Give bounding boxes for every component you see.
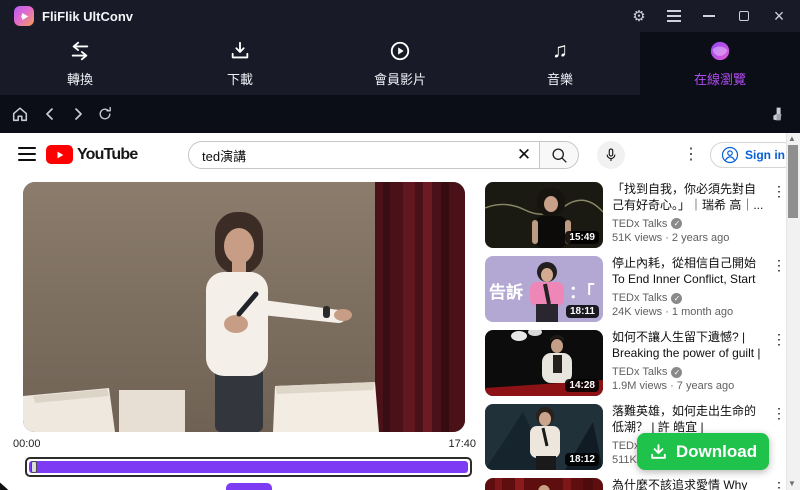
download-button[interactable]: Download bbox=[637, 433, 769, 470]
timeline-slider[interactable] bbox=[25, 457, 472, 477]
scrollbar-thumb[interactable] bbox=[788, 145, 798, 218]
play-circle-icon bbox=[390, 41, 410, 60]
download-icon bbox=[231, 41, 249, 58]
video-meta: 24K views · 1 month ago bbox=[612, 306, 734, 318]
youtube-more-icon[interactable]: ⋮ bbox=[681, 144, 701, 166]
forward-icon[interactable] bbox=[66, 102, 90, 126]
tab-member-videos[interactable]: 會員影片 bbox=[320, 32, 480, 95]
video-title[interactable]: 停止內耗，從相信自己開始 To End Inner Conflict, Star… bbox=[612, 256, 764, 288]
search-box: ✕ bbox=[188, 141, 540, 169]
video-thumbnail[interactable]: 14:28 bbox=[485, 330, 603, 396]
download-icon bbox=[651, 444, 666, 459]
app-menu-icon[interactable] bbox=[661, 3, 687, 29]
tab-convert[interactable]: 轉換 bbox=[0, 32, 160, 95]
download-button-label: Download bbox=[675, 441, 758, 461]
video-title[interactable]: 落難英雄，如何走出生命的低潮？ | 許 皓宜 | TEDxTainan bbox=[612, 404, 764, 436]
trim-action-button[interactable] bbox=[226, 483, 272, 490]
video-thumbnail[interactable]: 告訴 ：「 18:11 bbox=[485, 256, 603, 322]
app-title: FliFlik UltConv bbox=[42, 9, 133, 24]
scroll-up-icon[interactable]: ▲ bbox=[788, 134, 796, 143]
person-icon bbox=[721, 146, 739, 164]
scroll-down-icon[interactable]: ▼ bbox=[788, 479, 796, 488]
video-duration-badge: 18:12 bbox=[565, 453, 599, 466]
clear-search-icon[interactable]: ✕ bbox=[509, 145, 539, 165]
trim-start-time: 00:00 bbox=[13, 438, 41, 450]
verified-icon: ✓ bbox=[671, 292, 683, 304]
tab-member-videos-label: 會員影片 bbox=[373, 71, 426, 87]
video-title[interactable]: 「找到自我，你必須先對自己有好奇心。」｜瑞希 高｜... bbox=[612, 182, 764, 214]
video-thumbnail[interactable]: 15:49 bbox=[485, 182, 603, 248]
mouse-cursor bbox=[0, 481, 10, 490]
tab-download[interactable]: 下載 bbox=[160, 32, 320, 95]
video-options-icon[interactable]: ⋮ bbox=[772, 406, 786, 420]
maximize-button[interactable] bbox=[731, 3, 757, 29]
youtube-menu-icon[interactable] bbox=[18, 147, 36, 161]
video-duration-badge: 14:28 bbox=[565, 379, 599, 392]
verified-icon: ✓ bbox=[671, 366, 683, 378]
refresh-icon[interactable] bbox=[93, 102, 117, 126]
video-list-item[interactable]: 14:28 如何不讓人生留下遺憾? | Breaking the power o… bbox=[485, 330, 786, 396]
video-options-icon[interactable]: ⋮ bbox=[772, 184, 786, 198]
close-button[interactable]: × bbox=[766, 3, 792, 29]
video-meta: 51K views · 2 years ago bbox=[612, 231, 730, 244]
mic-icon bbox=[606, 148, 616, 161]
video-options-icon[interactable]: ⋮ bbox=[772, 480, 786, 490]
voice-search-button[interactable] bbox=[597, 141, 625, 169]
video-title[interactable]: 為什麼不該追求愛情 Why shouldn't we "pursue" love… bbox=[612, 478, 764, 490]
app-header: FliFlik UltConv ⚙ × 轉換 下載 會員影片 ♫ 音樂 在線瀏覽 bbox=[0, 0, 800, 95]
home-icon[interactable] bbox=[8, 102, 32, 126]
timeline-progress bbox=[29, 461, 468, 473]
video-options-icon[interactable]: ⋮ bbox=[772, 258, 786, 272]
youtube-play-icon bbox=[46, 145, 73, 164]
svg-text:：「: ：「 bbox=[569, 282, 595, 302]
search-button[interactable] bbox=[539, 141, 579, 169]
swap-icon bbox=[71, 41, 89, 60]
app-logo-icon bbox=[14, 6, 34, 26]
sign-in-button[interactable]: Sign in bbox=[710, 142, 796, 168]
youtube-logo-text: YouTube bbox=[77, 145, 138, 163]
video-duration-badge: 18:11 bbox=[565, 305, 599, 318]
globe-icon bbox=[710, 41, 730, 60]
clear-brush-icon[interactable] bbox=[763, 102, 787, 126]
sign-in-label: Sign in bbox=[745, 148, 785, 162]
video-channel[interactable]: TEDx Talks✓ bbox=[612, 366, 764, 378]
video-list-item[interactable]: 為什麼不該追求愛情 Why shouldn't we "pursue" love… bbox=[485, 478, 786, 490]
tab-download-label: 下載 bbox=[226, 71, 253, 87]
music-icon: ♫ bbox=[552, 38, 568, 62]
tab-online-browse-label: 在線瀏覽 bbox=[693, 71, 746, 87]
minimize-button[interactable] bbox=[696, 3, 722, 29]
svg-text:告訴: 告訴 bbox=[489, 282, 523, 302]
video-options-icon[interactable]: ⋮ bbox=[772, 332, 786, 346]
tab-music-label: 音樂 bbox=[546, 71, 573, 87]
youtube-logo[interactable]: YouTube bbox=[46, 145, 138, 164]
titlebar: FliFlik UltConv ⚙ × bbox=[0, 0, 800, 32]
timeline-handle[interactable] bbox=[31, 461, 37, 473]
video-thumbnail[interactable]: 18:12 bbox=[485, 404, 603, 470]
video-duration-badge: 15:49 bbox=[565, 231, 599, 244]
video-player[interactable] bbox=[23, 182, 465, 432]
video-channel[interactable]: TEDx Talks✓ bbox=[612, 218, 764, 230]
video-list-item[interactable]: 15:49 「找到自我，你必須先對自己有好奇心。」｜瑞希 高｜... TEDx … bbox=[485, 182, 786, 248]
video-frame-speaker bbox=[23, 182, 465, 432]
video-thumbnail[interactable] bbox=[485, 478, 603, 490]
video-title[interactable]: 如何不讓人生留下遺憾? | Breaking the power of guil… bbox=[612, 330, 764, 362]
browser-toolbar bbox=[0, 95, 800, 222]
tab-music[interactable]: ♫ 音樂 bbox=[480, 32, 640, 95]
verified-icon: ✓ bbox=[671, 218, 683, 230]
fliflik-window: FliFlik UltConv ⚙ × 轉換 下載 會員影片 ♫ 音樂 在線瀏覽… bbox=[0, 0, 800, 490]
back-icon[interactable] bbox=[38, 102, 62, 126]
video-meta: 1.9M views · 7 years ago bbox=[612, 380, 735, 392]
tab-convert-label: 轉換 bbox=[66, 71, 93, 87]
search-input[interactable] bbox=[189, 147, 509, 163]
video-list-item[interactable]: 告訴 ：「 18:11 停止內耗，從相信自己開始 To End Inner Co… bbox=[485, 256, 786, 322]
tab-online-browse[interactable]: 在線瀏覽 bbox=[640, 32, 800, 95]
search-icon bbox=[551, 147, 567, 163]
main-tabs: 轉換 下載 會員影片 ♫ 音樂 在線瀏覽 bbox=[0, 32, 800, 95]
video-channel[interactable]: TEDx Talks✓ bbox=[612, 292, 764, 304]
trim-end-time: 17:40 bbox=[448, 438, 476, 450]
settings-gear-icon[interactable]: ⚙ bbox=[626, 3, 652, 29]
